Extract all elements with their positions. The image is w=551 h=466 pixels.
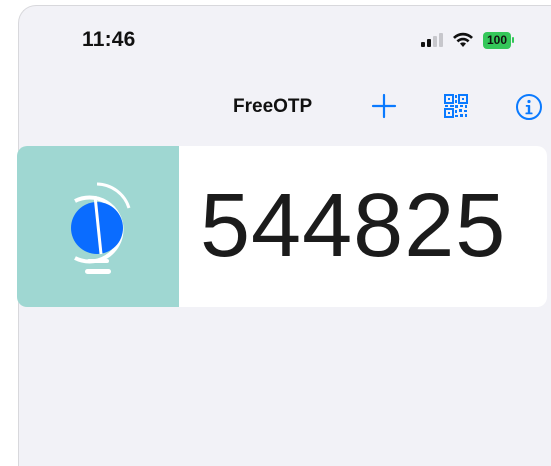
battery-level: 100 xyxy=(483,31,512,49)
freeotp-logo-icon xyxy=(71,182,131,274)
plus-icon xyxy=(371,93,397,119)
status-icons: 100 xyxy=(421,30,515,50)
battery-indicator: 100 xyxy=(483,31,515,49)
token-card[interactable]: 544825 xyxy=(17,146,547,307)
cellular-signal-icon xyxy=(421,33,443,47)
token-code: 544825 xyxy=(200,176,507,276)
nav-title: FreeOTP xyxy=(233,96,313,117)
info-button[interactable] xyxy=(515,93,543,121)
token-logo xyxy=(17,146,179,307)
info-icon xyxy=(516,94,542,120)
qr-code-icon xyxy=(444,94,468,118)
wifi-icon xyxy=(453,32,473,47)
navigation-bar: FreeOTP xyxy=(19,90,551,126)
add-token-button[interactable] xyxy=(371,93,397,119)
battery-cap xyxy=(512,37,515,43)
phone-frame: 11:46 100 FreeOTP 544825 xyxy=(0,0,551,466)
scan-qr-button[interactable] xyxy=(443,93,469,119)
status-time: 11:46 xyxy=(82,28,136,51)
